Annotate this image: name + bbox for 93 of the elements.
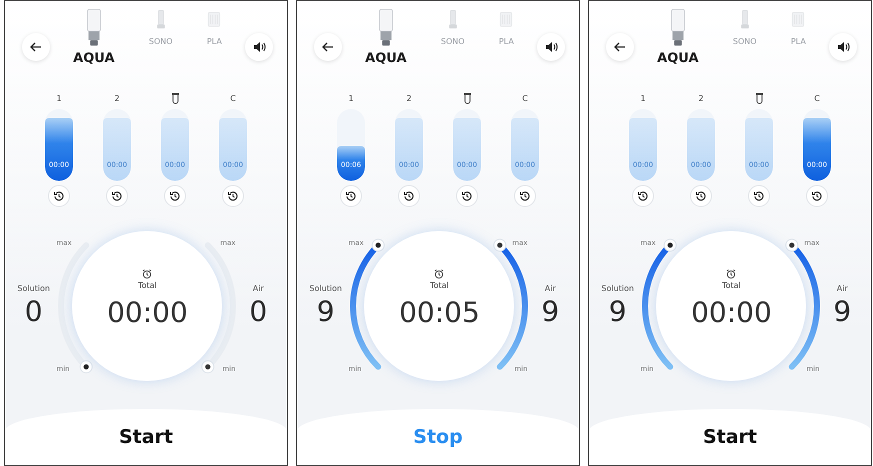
back-button[interactable] — [314, 33, 342, 61]
history-icon — [228, 191, 238, 201]
vial-label: 2 — [698, 93, 704, 105]
reset-button[interactable] — [632, 185, 654, 207]
slider-thumb[interactable] — [80, 360, 94, 374]
alarm-clock-icon — [434, 269, 444, 279]
vial-label: C — [522, 93, 528, 105]
test-tube-icon — [464, 93, 470, 104]
air-label: Air — [836, 284, 848, 293]
sound-button[interactable] — [829, 33, 857, 61]
history-icon — [404, 191, 414, 201]
total-time: 00:00 — [107, 296, 188, 329]
back-button[interactable] — [606, 33, 634, 61]
total-time: 00:05 — [399, 296, 480, 329]
history-icon — [112, 191, 122, 201]
solution-value: 0 — [24, 295, 43, 328]
mode-tab[interactable]: PLA — [498, 37, 514, 46]
back-arrow-icon — [30, 41, 42, 53]
reset-button[interactable] — [456, 185, 478, 207]
sound-button[interactable] — [537, 33, 565, 61]
history-icon — [54, 191, 64, 201]
alarm-clock-icon — [142, 269, 152, 279]
slider-thumb[interactable] — [664, 238, 678, 252]
air-label: Air — [252, 284, 264, 293]
sound-button[interactable] — [245, 33, 273, 61]
mode-tab[interactable]: AQUA — [365, 51, 407, 66]
speaker-icon — [252, 41, 266, 53]
total-label: Total — [722, 281, 741, 290]
reset-button[interactable] — [806, 185, 828, 207]
air-slider[interactable] — [202, 242, 236, 374]
back-button[interactable] — [22, 33, 50, 61]
alarm-clock-icon — [726, 269, 736, 279]
total-time: 00:00 — [691, 296, 772, 329]
history-icon — [346, 191, 356, 201]
history-icon — [170, 191, 180, 201]
vial-label: 1 — [640, 93, 646, 105]
speaker-icon — [836, 41, 850, 53]
mode-tab[interactable]: AQUA — [73, 51, 115, 66]
back-arrow-icon — [614, 41, 626, 53]
reset-button[interactable] — [690, 185, 712, 207]
vial-label: 2 — [114, 93, 120, 105]
mode-tab[interactable]: PLA — [206, 37, 222, 46]
solution-slider[interactable] — [350, 238, 386, 370]
test-tube-icon — [172, 93, 178, 104]
history-icon — [520, 191, 530, 201]
history-icon — [462, 191, 472, 201]
reset-button[interactable] — [48, 185, 70, 207]
solution-label: Solution — [17, 284, 50, 293]
vial-label: 2 — [406, 93, 412, 105]
vial-label: 1 — [348, 93, 354, 105]
slider-thumb[interactable] — [494, 238, 507, 252]
start-button[interactable]: Start — [108, 422, 184, 452]
solution-value: 9 — [608, 295, 627, 328]
stop-button[interactable]: Stop — [403, 422, 473, 452]
reset-button[interactable] — [164, 185, 186, 207]
mode-tab[interactable]: SONO — [148, 37, 173, 46]
history-icon — [696, 191, 706, 201]
history-icon — [754, 191, 764, 201]
test-tube-icon — [756, 93, 762, 104]
solution-label: Solution — [309, 284, 342, 293]
air-label: Air — [544, 284, 556, 293]
solution-value: 9 — [316, 295, 335, 328]
solution-slider[interactable] — [642, 238, 678, 370]
reset-button[interactable] — [514, 185, 536, 207]
vial-label: 1 — [56, 93, 62, 105]
solution-slider[interactable] — [58, 242, 94, 374]
total-label: Total — [430, 281, 449, 290]
air-slider[interactable] — [494, 238, 528, 370]
mode-tab[interactable]: SONO — [440, 37, 465, 46]
reset-button[interactable] — [340, 185, 362, 207]
slider-thumb[interactable] — [202, 360, 215, 374]
vial-label: C — [230, 93, 236, 105]
mode-tab[interactable]: PLA — [790, 37, 806, 46]
slider-thumb[interactable] — [372, 238, 386, 252]
mode-tab[interactable]: SONO — [732, 37, 757, 46]
slider-thumb[interactable] — [786, 238, 799, 252]
speaker-icon — [544, 41, 558, 53]
start-button[interactable]: Start — [692, 422, 768, 452]
solution-label: Solution — [601, 284, 634, 293]
air-slider[interactable] — [786, 238, 820, 370]
air-value: 9 — [833, 295, 852, 328]
history-icon — [638, 191, 648, 201]
reset-button[interactable] — [222, 185, 244, 207]
air-value: 9 — [541, 295, 560, 328]
total-label: Total — [138, 281, 157, 290]
reset-button[interactable] — [748, 185, 770, 207]
reset-button[interactable] — [106, 185, 128, 207]
mode-tab[interactable]: AQUA — [657, 51, 699, 66]
reset-button[interactable] — [398, 185, 420, 207]
vial-label: C — [814, 93, 820, 105]
back-arrow-icon — [322, 41, 334, 53]
history-icon — [812, 191, 822, 201]
air-value: 0 — [249, 295, 268, 328]
